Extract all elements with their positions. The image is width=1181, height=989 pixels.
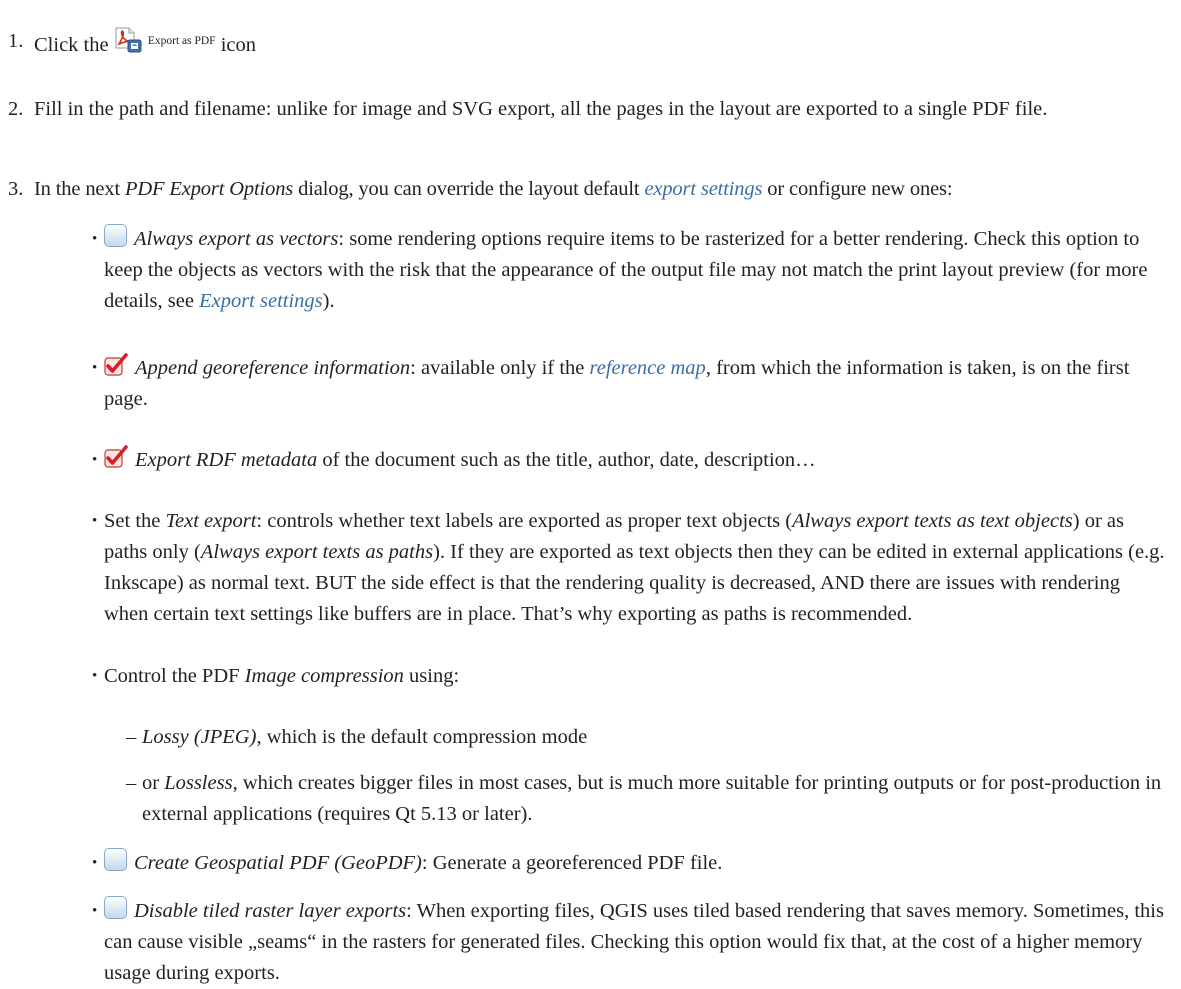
step-number: 2.: [8, 98, 24, 120]
bullet: •: [92, 513, 98, 529]
option-image-compression: • Control the PDF Image compression usin…: [92, 661, 1168, 692]
option-text-export: • Set the Text export: controls whether …: [92, 506, 1168, 630]
step-text: Fill in the path and filename: unlike fo…: [34, 98, 1048, 120]
bullet: •: [92, 452, 98, 468]
export-settings-link[interactable]: export settings: [644, 178, 762, 200]
checked-checkbox-icon: [104, 353, 129, 377]
unchecked-checkbox-icon: [104, 224, 127, 247]
step-3: 3. In the next PDF Export Options dialog…: [8, 174, 1176, 205]
bullet: •: [92, 231, 98, 247]
step-1: 1. Click the Export as PDF icon: [8, 26, 1168, 61]
bullet: •: [92, 855, 98, 871]
checked-checkbox-icon: [104, 445, 129, 469]
export-settings-link-2[interactable]: Export settings: [199, 290, 323, 312]
bullet: •: [92, 668, 98, 684]
step-2: 2. Fill in the path and filename: unlike…: [8, 94, 1170, 125]
unchecked-checkbox-icon: [104, 896, 127, 919]
bullet: •: [92, 360, 98, 376]
sub-option-lossless: – or Lossless, which creates bigger file…: [126, 768, 1168, 830]
option-append-georeference: • Append georeference information: avail…: [92, 353, 1168, 415]
dash-marker: –: [126, 772, 137, 794]
icon-caption: Export as PDF: [147, 35, 216, 47]
step-number: 3.: [8, 178, 24, 200]
bullet: •: [92, 903, 98, 919]
option-create-geospatial-pdf: • Create Geospatial PDF (GeoPDF): Genera…: [92, 848, 1168, 879]
option-export-rdf-metadata: • Export RDF metadata of the document su…: [92, 445, 1168, 476]
export-as-pdf-icon: [114, 27, 143, 53]
reference-map-link[interactable]: reference map: [590, 357, 706, 379]
sub-option-lossy: – Lossy (JPEG), which is the default com…: [126, 722, 1168, 753]
document-page: 1. Click the Export as PDF icon 2. Fill …: [0, 0, 1181, 985]
step-text-end: icon: [220, 34, 256, 56]
step-text: Click the: [34, 34, 109, 56]
option-always-export-as-vectors: • Always export as vectors: some renderi…: [92, 224, 1168, 317]
option-disable-tiled-raster: • Disable tiled raster layer exports: Wh…: [92, 896, 1168, 989]
step-number: 1.: [8, 30, 24, 52]
dash-marker: –: [126, 726, 137, 748]
unchecked-checkbox-icon: [104, 848, 127, 871]
